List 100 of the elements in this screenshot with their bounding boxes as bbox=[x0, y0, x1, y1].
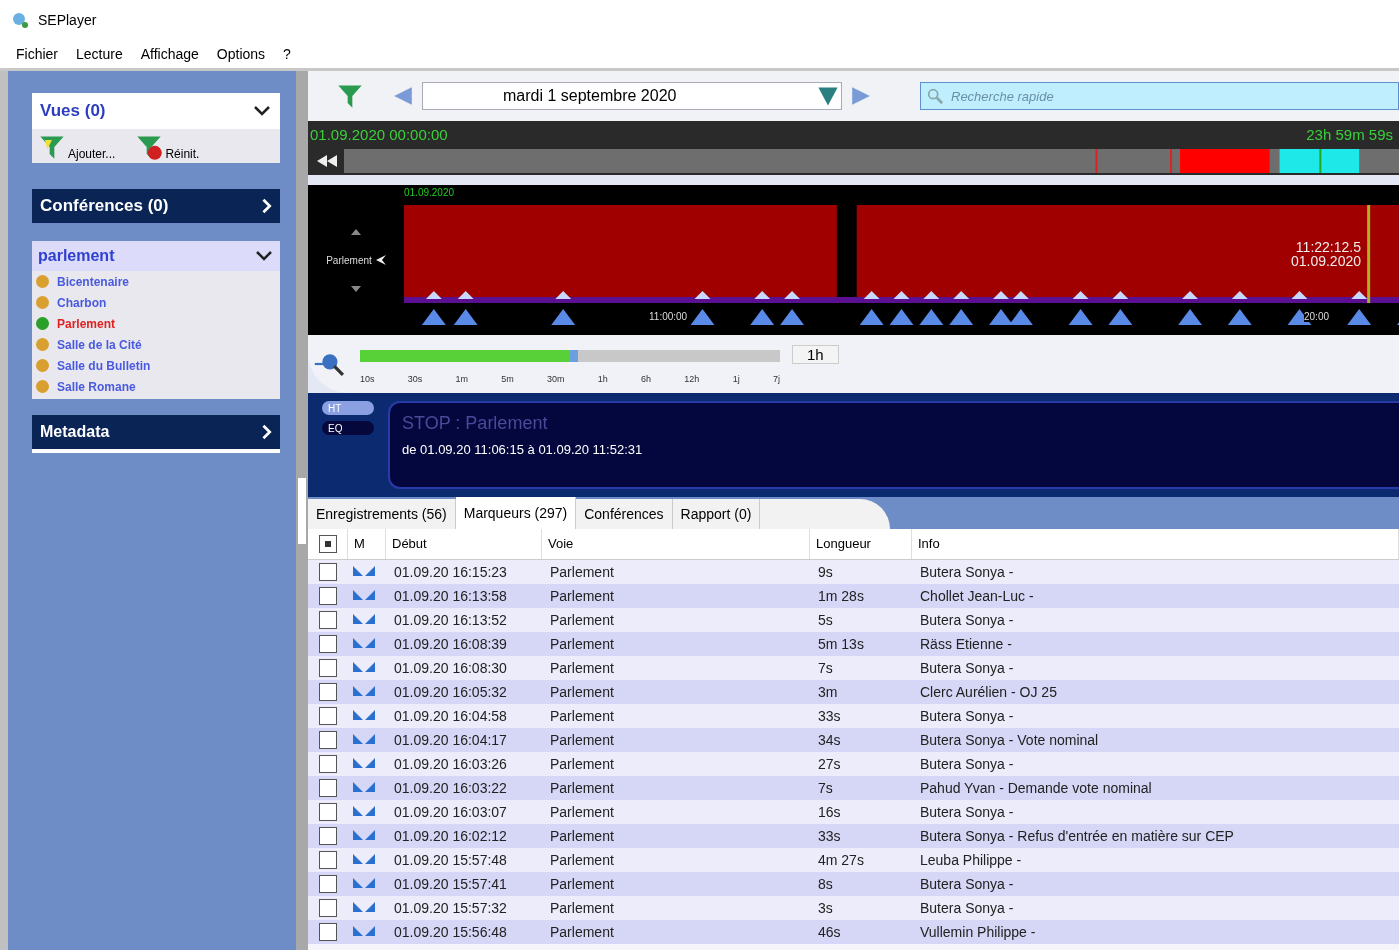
tab[interactable]: Enregistrements (56) bbox=[308, 499, 456, 529]
row-checkbox[interactable] bbox=[319, 851, 337, 869]
table-cell-text: 01.09.20 16:04:58 bbox=[393, 708, 508, 724]
row-checkbox[interactable] bbox=[319, 707, 337, 725]
table-cell-text: 01.09.20 16:08:39 bbox=[393, 636, 508, 652]
table-cell-text: Parlement bbox=[549, 876, 615, 892]
table-cell-text: Butera Sonya - bbox=[919, 612, 1015, 628]
zoom-slider[interactable] bbox=[360, 350, 780, 362]
marker-icon bbox=[352, 805, 376, 817]
table-cell-text: Butera Sonya - bbox=[919, 804, 1015, 820]
row-checkbox[interactable] bbox=[319, 875, 337, 893]
table-cell-text: 7s bbox=[817, 660, 834, 676]
table-cell-text: 3m bbox=[817, 684, 839, 700]
rewind-button[interactable] bbox=[316, 155, 338, 167]
table-cell-text: 16s bbox=[817, 804, 842, 820]
table-cell-text: Parlement bbox=[549, 564, 615, 580]
table-cell-text: Parlement bbox=[549, 660, 615, 676]
marker-icon bbox=[352, 661, 376, 673]
table-cell-text: Butera Sonya - Refus d'entrée en matière sur CEP bbox=[919, 828, 1235, 844]
menu-item[interactable]: ? bbox=[283, 46, 291, 62]
date-picker[interactable]: mardi 1 septembre 2020 bbox=[422, 82, 842, 110]
scroll-up-icon[interactable] bbox=[351, 228, 361, 235]
tab[interactable]: Rapport (0) bbox=[672, 499, 761, 529]
splitter-handle[interactable] bbox=[298, 477, 306, 544]
table-cell-text: 1m 28s bbox=[817, 588, 865, 604]
cursor-time: 11:22:12.5 bbox=[1295, 240, 1361, 254]
row-checkbox[interactable] bbox=[319, 923, 337, 941]
row-checkbox[interactable] bbox=[319, 779, 337, 797]
table-cell-text: Parlement bbox=[549, 780, 615, 796]
table-cell-text: 7s bbox=[817, 780, 834, 796]
tab[interactable]: Conférences bbox=[576, 499, 673, 529]
column-header[interactable]: Longueur bbox=[810, 529, 912, 559]
section-header[interactable]: Metadata bbox=[32, 415, 280, 453]
marker-icon bbox=[352, 757, 376, 769]
table-cell-text: Parlement bbox=[549, 924, 615, 940]
marker-icon bbox=[352, 589, 376, 601]
tab[interactable]: Marqueurs (297) bbox=[455, 497, 577, 529]
row-checkbox[interactable] bbox=[319, 731, 337, 749]
column-header[interactable]: Voie bbox=[542, 529, 810, 559]
table-cell-text: 4m 27s bbox=[817, 852, 865, 868]
mode-button[interactable]: EQ bbox=[322, 421, 374, 435]
row-checkbox[interactable] bbox=[319, 827, 337, 845]
row-checkbox[interactable] bbox=[319, 611, 337, 629]
row-checkbox[interactable] bbox=[319, 755, 337, 773]
marker-icon bbox=[352, 829, 376, 841]
table-cell-text: 5m 13s bbox=[817, 636, 865, 652]
filter-button[interactable]: Ajouter... bbox=[38, 133, 116, 161]
scale-label: 10s bbox=[360, 374, 375, 384]
table-cell-text: Chollet Jean-Luc - bbox=[919, 588, 1035, 604]
window-title: SEPlayer bbox=[38, 12, 97, 28]
scale-label: 1j bbox=[732, 374, 740, 384]
column-header[interactable]: M bbox=[348, 529, 386, 559]
recording-track[interactable] bbox=[404, 205, 1399, 305]
row-checkbox[interactable] bbox=[319, 659, 337, 677]
section-header[interactable]: Conférences (0) bbox=[32, 189, 280, 223]
track-name: Parlement bbox=[326, 254, 372, 266]
cursor-date: 01.09.2020 bbox=[1290, 254, 1361, 268]
menu-item[interactable]: Lecture bbox=[76, 46, 123, 62]
column-header[interactable]: Info bbox=[912, 529, 1399, 559]
room-item[interactable]: Salle Romane bbox=[57, 379, 136, 394]
row-checkbox[interactable] bbox=[319, 635, 337, 653]
menu-item[interactable]: Affichage bbox=[140, 46, 199, 62]
arrow-icon[interactable] bbox=[375, 255, 386, 265]
table-cell-text: Butera Sonya - bbox=[919, 564, 1015, 580]
marker-icon bbox=[352, 709, 376, 721]
table-cell-text: 01.09.20 15:57:41 bbox=[393, 876, 508, 892]
time-tick: 20:00 bbox=[1304, 311, 1330, 322]
marker-icon bbox=[352, 901, 376, 913]
table-cell-text: 33s bbox=[817, 828, 842, 844]
row-checkbox[interactable] bbox=[319, 563, 337, 581]
timeline-duration: 23h 59m 59s bbox=[1306, 125, 1393, 143]
marker-icon bbox=[352, 877, 376, 889]
overview-bar[interactable] bbox=[344, 149, 1399, 173]
menu-item[interactable]: Fichier bbox=[16, 46, 58, 62]
menu-item[interactable]: Options bbox=[216, 46, 266, 62]
zoom-reading: 1h bbox=[792, 345, 839, 364]
time-tick: 11:00:00 bbox=[649, 311, 688, 322]
row-checkbox[interactable] bbox=[319, 899, 337, 917]
room-item[interactable]: Salle de la Cité bbox=[57, 337, 142, 352]
scale-label: 1m bbox=[455, 374, 469, 384]
table-cell-text: 3s bbox=[817, 900, 834, 916]
select-all-checkbox[interactable] bbox=[318, 535, 337, 553]
search-field[interactable]: Recherche rapide bbox=[920, 82, 1399, 110]
room-item[interactable]: Charbon bbox=[57, 295, 107, 310]
table-cell-text: Leuba Philippe - bbox=[919, 852, 1023, 868]
row-checkbox[interactable] bbox=[319, 683, 337, 701]
scale-label: 12h bbox=[684, 374, 700, 384]
row-checkbox[interactable] bbox=[319, 803, 337, 821]
column-header[interactable]: Début bbox=[386, 529, 542, 559]
table-cell-text: Parlement bbox=[549, 852, 615, 868]
table-cell-text: Pahud Yvan - Demande vote nominal bbox=[919, 780, 1153, 796]
table-cell-text: Butera Sonya - bbox=[919, 756, 1015, 772]
room-item[interactable]: Bicentenaire bbox=[57, 274, 130, 289]
room-item[interactable]: Parlement bbox=[57, 316, 116, 331]
filter-button[interactable]: Réinit. bbox=[135, 133, 200, 161]
row-checkbox[interactable] bbox=[319, 587, 337, 605]
table-cell-text: 34s bbox=[817, 732, 842, 748]
room-item[interactable]: Salle du Bulletin bbox=[57, 358, 151, 373]
scroll-down-icon[interactable] bbox=[351, 285, 361, 292]
table-cell-text: Butera Sonya - Vote nominal bbox=[919, 732, 1100, 748]
